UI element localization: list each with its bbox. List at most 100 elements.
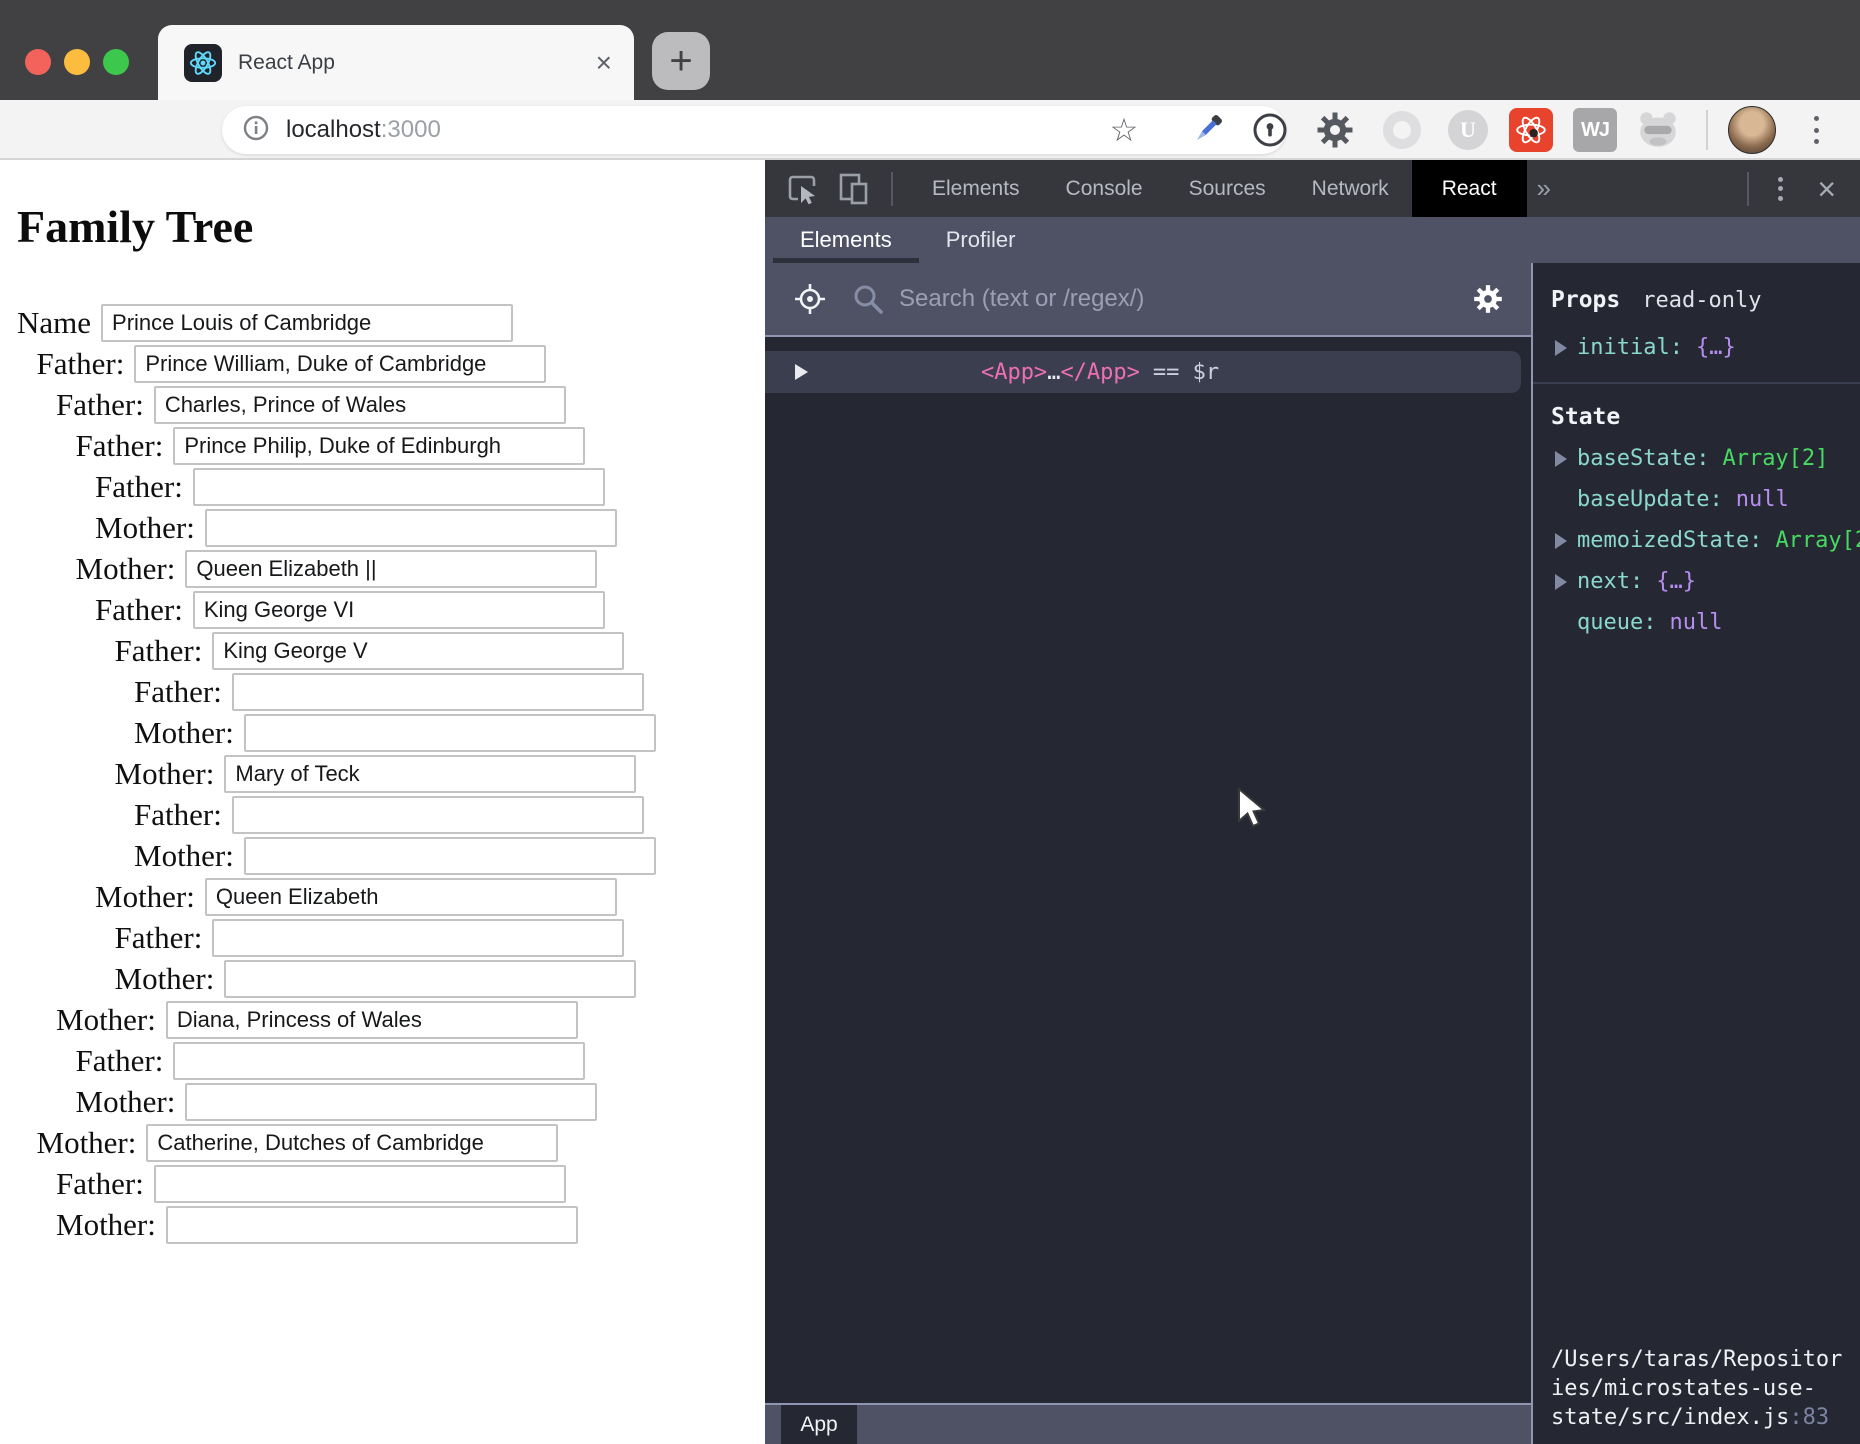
field-input[interactable] <box>244 837 656 875</box>
field-input[interactable] <box>232 796 644 834</box>
app-open-tag: <App> <box>981 360 1047 385</box>
state-key: next: <box>1577 569 1643 594</box>
inspect-element-icon[interactable] <box>785 172 819 206</box>
new-tab-button[interactable]: + <box>652 32 710 90</box>
tabbar-separator <box>891 172 893 206</box>
expand-arrow-icon[interactable] <box>1555 533 1567 549</box>
field-input[interactable] <box>173 427 585 465</box>
source-path-line: state/src/index.js:83 <box>1551 1403 1860 1432</box>
field-label: Mother: <box>134 715 234 751</box>
state-key: baseUpdate: <box>1577 487 1723 512</box>
field-input[interactable] <box>134 345 546 383</box>
field-input[interactable] <box>166 1206 578 1244</box>
window-close-button[interactable] <box>25 49 51 75</box>
password-keyhole-extension-icon[interactable] <box>1246 106 1294 154</box>
devtools-tab-react[interactable]: React <box>1412 160 1527 217</box>
gear-extension-icon[interactable] <box>1311 106 1359 154</box>
state-row-memoizedState[interactable]: memoizedState: Array[2] <box>1533 520 1860 561</box>
profile-avatar[interactable] <box>1728 106 1776 154</box>
tab-close-icon[interactable]: × <box>596 49 612 77</box>
field-input[interactable] <box>224 960 636 998</box>
source-path-line: /Users/taras/Repositor <box>1551 1345 1860 1374</box>
family-field-row: Father: <box>76 426 766 466</box>
field-label: Mother: <box>95 510 195 546</box>
expand-arrow-icon[interactable] <box>1555 574 1567 590</box>
react-subtab-elements[interactable]: Elements <box>773 217 919 263</box>
devtools-tab-sources[interactable]: Sources <box>1166 160 1289 217</box>
field-input[interactable] <box>205 509 617 547</box>
state-key: memoizedState: <box>1577 528 1762 553</box>
field-label: Father: <box>56 387 144 423</box>
react-favicon-icon <box>184 44 222 82</box>
state-row-baseState[interactable]: baseState:Array[2] <box>1533 438 1860 479</box>
select-component-crosshair-icon[interactable] <box>793 282 827 316</box>
more-tabs-icon[interactable]: » <box>1537 173 1551 204</box>
u-extension-icon[interactable]: U <box>1444 106 1492 154</box>
browser-titlebar: React App × + <box>0 0 1860 100</box>
field-input[interactable] <box>154 1165 566 1203</box>
page-info-icon[interactable] <box>242 114 270 147</box>
devtools-menu-icon[interactable] <box>1773 172 1787 206</box>
web-page: Family Tree NameFather:Father:Father:Fat… <box>0 160 765 1444</box>
state-value: Array[2] <box>1775 528 1860 553</box>
family-field-row: Mother: <box>134 836 765 876</box>
field-input[interactable] <box>224 755 636 793</box>
field-input[interactable] <box>212 919 624 957</box>
eyedropper-extension-icon[interactable] <box>1183 106 1231 154</box>
wj-extension-icon[interactable]: WJ <box>1571 106 1619 154</box>
field-input[interactable] <box>154 386 566 424</box>
react-devtools-extension-icon[interactable] <box>1507 106 1555 154</box>
expand-arrow-icon[interactable] <box>1555 340 1567 356</box>
toolbar-separator <box>1706 110 1708 150</box>
field-input[interactable] <box>146 1124 558 1162</box>
devtools-tab-elements[interactable]: Elements <box>909 160 1043 217</box>
window-minimize-button[interactable] <box>64 49 90 75</box>
react-subtab-profiler[interactable]: Profiler <box>919 217 1043 263</box>
component-tree-row-app[interactable]: <App>…</App>== $r <box>765 351 1521 393</box>
family-field-row: Father: <box>134 795 765 835</box>
tab-title: React App <box>238 51 335 75</box>
field-input[interactable] <box>185 1083 597 1121</box>
devtools-tab-console[interactable]: Console <box>1043 160 1166 217</box>
device-toolbar-icon[interactable] <box>837 172 871 206</box>
state-row-next[interactable]: next:{…} <box>1533 561 1860 602</box>
window-zoom-button[interactable] <box>103 49 129 75</box>
expand-arrow-icon[interactable] <box>1555 451 1567 467</box>
devtools-tab-network[interactable]: Network <box>1289 160 1412 217</box>
field-input[interactable] <box>166 1001 578 1039</box>
search-input[interactable] <box>899 285 1471 313</box>
field-input[interactable] <box>101 304 513 342</box>
field-input[interactable] <box>173 1042 585 1080</box>
family-field-row: Father: <box>115 631 766 671</box>
field-input[interactable] <box>205 878 617 916</box>
swirl-extension-icon[interactable] <box>1378 106 1426 154</box>
devtools-close-icon[interactable]: × <box>1817 173 1836 205</box>
component-details-panel: Props read-only initial: {…} State baseS… <box>1531 263 1860 1444</box>
field-input[interactable] <box>193 468 605 506</box>
browser-tab[interactable]: React App × <box>158 25 634 100</box>
family-field-row: Father: <box>95 467 765 507</box>
field-input[interactable] <box>185 550 597 588</box>
bookmark-star-icon[interactable]: ☆ <box>1100 106 1148 154</box>
expand-arrow-icon[interactable] <box>795 364 808 380</box>
browser-menu-icon[interactable] <box>1808 112 1824 148</box>
props-readonly-label: read-only <box>1642 288 1761 313</box>
source-file-path[interactable]: /Users/taras/Repositories/microstates-us… <box>1551 1345 1860 1432</box>
field-input[interactable] <box>212 632 624 670</box>
breadcrumb-app[interactable]: App <box>781 1405 857 1444</box>
settings-gear-icon[interactable] <box>1471 282 1505 316</box>
props-row-initial[interactable]: initial: {…} <box>1533 327 1860 368</box>
field-input[interactable] <box>193 591 605 629</box>
family-field-row: Mother: <box>95 508 765 548</box>
family-field-row: Mother: <box>76 1082 766 1122</box>
state-key: queue: <box>1577 610 1656 635</box>
family-field-row: Father: <box>56 385 765 425</box>
field-input[interactable] <box>232 673 644 711</box>
source-path-line: ies/microstates-use- <box>1551 1374 1860 1403</box>
props-section-title: Props <box>1551 287 1620 313</box>
ember-extension-icon[interactable] <box>1634 106 1682 154</box>
family-field-row: Mother: <box>76 549 766 589</box>
devtools-tabbar: ElementsConsoleSourcesNetworkReact » × <box>765 160 1860 217</box>
section-divider <box>1533 382 1860 384</box>
field-input[interactable] <box>244 714 656 752</box>
